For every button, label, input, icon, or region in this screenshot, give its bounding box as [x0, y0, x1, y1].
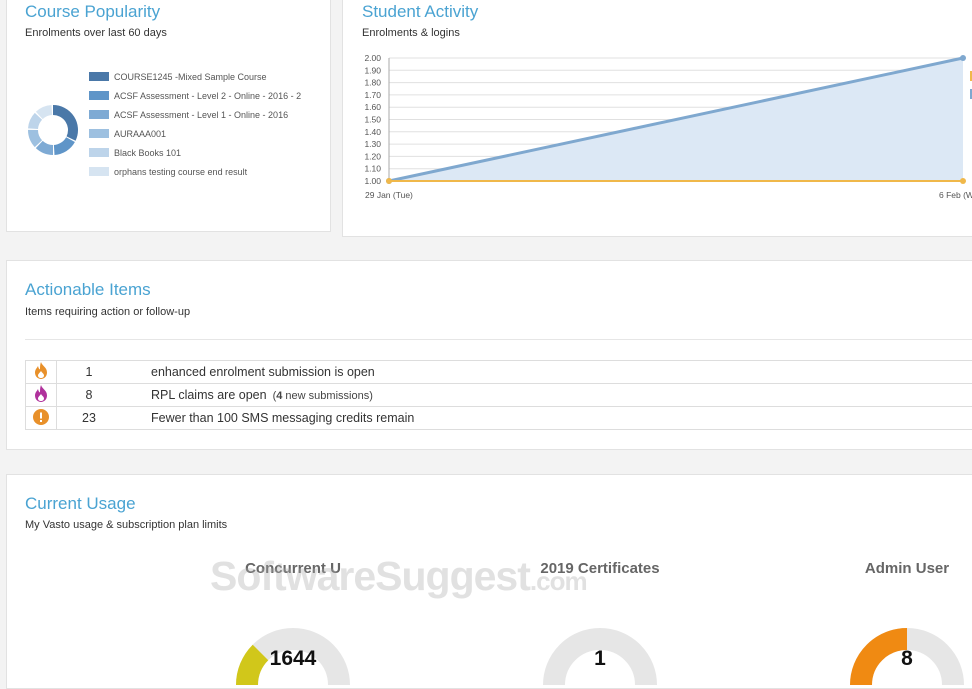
donut-slice	[39, 110, 51, 115]
legend-label: ACSF Assessment - Level 2 - Online - 201…	[114, 91, 301, 101]
legend-swatch	[89, 91, 109, 100]
y-tick-label: 1.50	[364, 115, 381, 125]
usage-gauge	[842, 595, 972, 685]
gauge-label: Admin User	[827, 560, 972, 577]
alert-icon	[33, 409, 49, 425]
y-tick-label: 1.90	[364, 65, 381, 75]
x-tick-label: 29 Jan (Tue)	[365, 190, 413, 200]
donut-slice	[39, 145, 53, 150]
course-popularity-panel: Course Popularity Enrolments over last 6…	[6, 0, 331, 232]
student-activity-subtitle: Enrolments & logins	[362, 27, 460, 39]
action-text: Fewer than 100 SMS messaging credits rem…	[151, 411, 414, 425]
action-icon-cell	[26, 361, 57, 384]
action-count[interactable]: 23	[57, 407, 122, 430]
y-tick-label: 1.70	[364, 90, 381, 100]
action-text-cell: Fewer than 100 SMS messaging credits rem…	[121, 407, 972, 430]
new-submissions-note: (4 new submissions)	[273, 390, 373, 402]
watermark: SoftwareSuggest.com	[210, 553, 587, 600]
gauge-value: 1644	[243, 647, 343, 671]
actionable-items-title: Actionable Items	[25, 280, 151, 300]
action-text: enhanced enrolment submission is open	[151, 365, 375, 379]
legend-swatch	[89, 167, 109, 176]
data-point	[960, 178, 966, 184]
legend-swatch	[89, 129, 109, 138]
action-row[interactable]: 1 enhanced enrolment submission is open	[26, 361, 972, 384]
gauge-value: 1	[550, 647, 650, 671]
data-point	[386, 178, 392, 184]
action-text-cell: RPL claims are open (4 new submissions)	[121, 384, 972, 407]
donut-slice	[53, 110, 73, 139]
watermark-main: SoftwareSuggest	[210, 553, 530, 599]
activity-area-chart: 1.00 1.10 1.20 1.30 1.40 1.50 1.60 1.70 1.80 1.90…	[343, 52, 972, 212]
course-popularity-title: Course Popularity	[25, 2, 160, 22]
usage-gauge	[535, 595, 665, 685]
course-donut-chart	[25, 102, 81, 158]
usage-gauge	[228, 595, 358, 685]
legend-label: COURSE1245 -Mixed Sample Course	[114, 72, 267, 82]
actionable-items-table: 1enhanced enrolment submission is open8R…	[25, 360, 972, 430]
donut-slice	[33, 130, 38, 144]
y-tick-label: 1.60	[364, 102, 381, 112]
legend-label: orphans testing course end result	[114, 167, 247, 177]
new-submissions-text: new submissions)	[282, 390, 372, 402]
legend-swatch	[89, 72, 109, 81]
y-tick-label: 1.10	[364, 164, 381, 174]
student-activity-panel: Student Activity Enrolments & logins 1.0…	[342, 0, 972, 237]
donut-slice	[54, 140, 70, 150]
gauge-value: 8	[857, 647, 957, 671]
action-row[interactable]: 23 Fewer than 100 SMS messaging credits r…	[26, 407, 972, 430]
y-tick-label: 1.80	[364, 78, 381, 88]
legend-swatch	[89, 148, 109, 157]
actionable-items-panel: Actionable Items Items requiring action …	[6, 260, 972, 450]
legend-label: ACSF Assessment - Level 1 - Online - 201…	[114, 110, 288, 120]
divider	[25, 339, 972, 340]
flame-icon	[34, 385, 48, 402]
legend-item: Black Books 101	[89, 143, 301, 162]
current-usage-subtitle: My Vasto usage & subscription plan limit…	[25, 519, 227, 531]
action-row[interactable]: 8 RPL claims are open (4 new submissions)	[26, 384, 972, 407]
watermark-suffix: .com	[530, 566, 587, 596]
x-tick-label: 6 Feb (W	[939, 190, 972, 200]
legend-item: AURAAA001	[89, 124, 301, 143]
course-popularity-subtitle: Enrolments over last 60 days	[25, 27, 167, 39]
action-icon-cell	[26, 407, 57, 430]
action-text-cell: enhanced enrolment submission is open	[121, 361, 972, 384]
y-tick-label: 2.00	[364, 53, 381, 63]
current-usage-title: Current Usage	[25, 494, 136, 514]
legend-label: AURAAA001	[114, 129, 166, 139]
legend-label: Black Books 101	[114, 148, 181, 158]
legend-item: orphans testing course end result	[89, 162, 301, 181]
y-tick-label: 1.40	[364, 127, 381, 137]
legend-swatch	[89, 110, 109, 119]
flame-icon	[34, 362, 48, 379]
action-count[interactable]: 8	[57, 384, 122, 407]
student-activity-title: Student Activity	[362, 2, 478, 22]
y-tick-label: 1.20	[364, 151, 381, 161]
action-count[interactable]: 1	[57, 361, 122, 384]
legend-item: COURSE1245 -Mixed Sample Course	[89, 67, 301, 86]
action-icon-cell	[26, 384, 57, 407]
action-text: RPL claims are open	[151, 388, 267, 402]
y-tick-label: 1.30	[364, 139, 381, 149]
data-point	[960, 55, 966, 61]
legend-item: ACSF Assessment - Level 1 - Online - 201…	[89, 105, 301, 124]
legend-item: ACSF Assessment - Level 2 - Online - 201…	[89, 86, 301, 105]
course-legend: COURSE1245 -Mixed Sample Course ACSF Asse…	[89, 67, 301, 181]
donut-slice	[33, 116, 38, 128]
y-tick-label: 1.00	[364, 176, 381, 186]
actionable-items-subtitle: Items requiring action or follow-up	[25, 306, 190, 318]
